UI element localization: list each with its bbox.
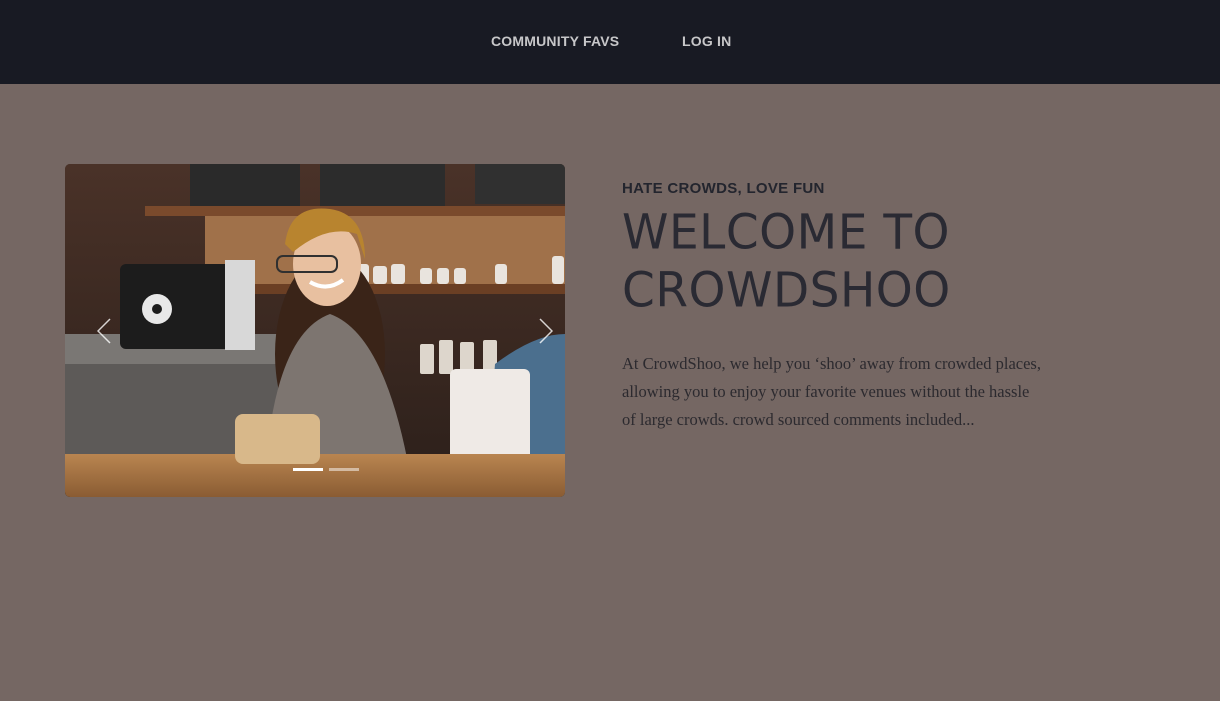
carousel-indicators: [293, 468, 365, 472]
nav-link-log-in[interactable]: LOG IN: [682, 33, 731, 49]
intro-section: HATE CROWDS, LOVE FUN WELCOME TO CROWDSH…: [622, 180, 1052, 434]
carousel-slide-image: [65, 164, 565, 497]
carousel-indicator-2[interactable]: [329, 468, 359, 471]
nav-link-community-favs[interactable]: COMMUNITY FAVS: [491, 33, 619, 49]
headline-line-2: CROWDSHOO: [622, 262, 951, 319]
chevron-left-icon: [97, 318, 111, 344]
chevron-right-icon: [539, 318, 553, 344]
carousel-prev-button[interactable]: [89, 314, 119, 348]
intro-headline: WELCOME TO CROWDSHOO: [622, 204, 1052, 320]
headline-line-1: WELCOME TO: [622, 204, 951, 261]
carousel-next-button[interactable]: [531, 314, 561, 348]
carousel-indicator-1[interactable]: [293, 468, 323, 471]
intro-description: At CrowdShoo, we help you ‘shoo’ away fr…: [622, 354, 1041, 429]
top-navigation-bar: COMMUNITY FAVS LOG IN: [0, 0, 1220, 84]
intro-kicker: HATE CROWDS, LOVE FUN: [622, 180, 825, 197]
hero-carousel: [65, 164, 565, 497]
